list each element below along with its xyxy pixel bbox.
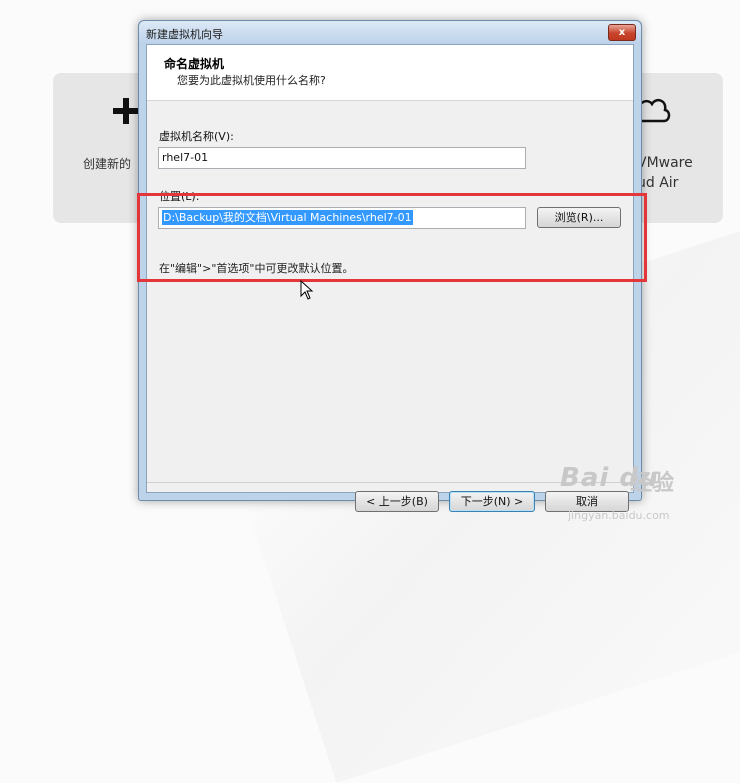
close-button[interactable]: x [608,24,636,41]
dialog-title: 新建虚拟机向导 [146,28,223,41]
close-icon: x [618,27,626,38]
plus-icon [113,98,139,124]
back-button[interactable]: < 上一步(B) [355,491,439,512]
vmware-cloud-air-line-2: ud Air [637,175,679,191]
vm-name-label: 虚拟机名称(V): [159,130,234,143]
jingyan-text: 经验 [630,471,675,496]
next-button[interactable]: 下一步(N) > [449,491,535,512]
wizard-header: 命名虚拟机 您要为此虚拟机使用什么名称? [147,45,633,101]
vmware-cloud-air-line-1: VMware [637,155,693,171]
watermark-url: jingyan.baidu.com [568,509,670,522]
baidu-jingyan-watermark: Bai du 经验 jingyan.baidu.com [560,463,674,522]
mouse-cursor-icon [300,280,314,300]
wizard-step-title: 命名虚拟机 [164,57,225,71]
vm-name-input[interactable]: rhel7-01 [158,147,526,169]
vmware-cloud-air-label: VMware ud Air [637,153,693,193]
highlight-box [137,193,647,282]
create-new-vm-label: 创建新的 [83,157,132,171]
wizard-step-subtitle: 您要为此虚拟机使用什么名称? [177,74,326,87]
dialog-titlebar[interactable]: 新建虚拟机向导 x [139,21,641,44]
vm-name-value: rhel7-01 [162,151,209,164]
